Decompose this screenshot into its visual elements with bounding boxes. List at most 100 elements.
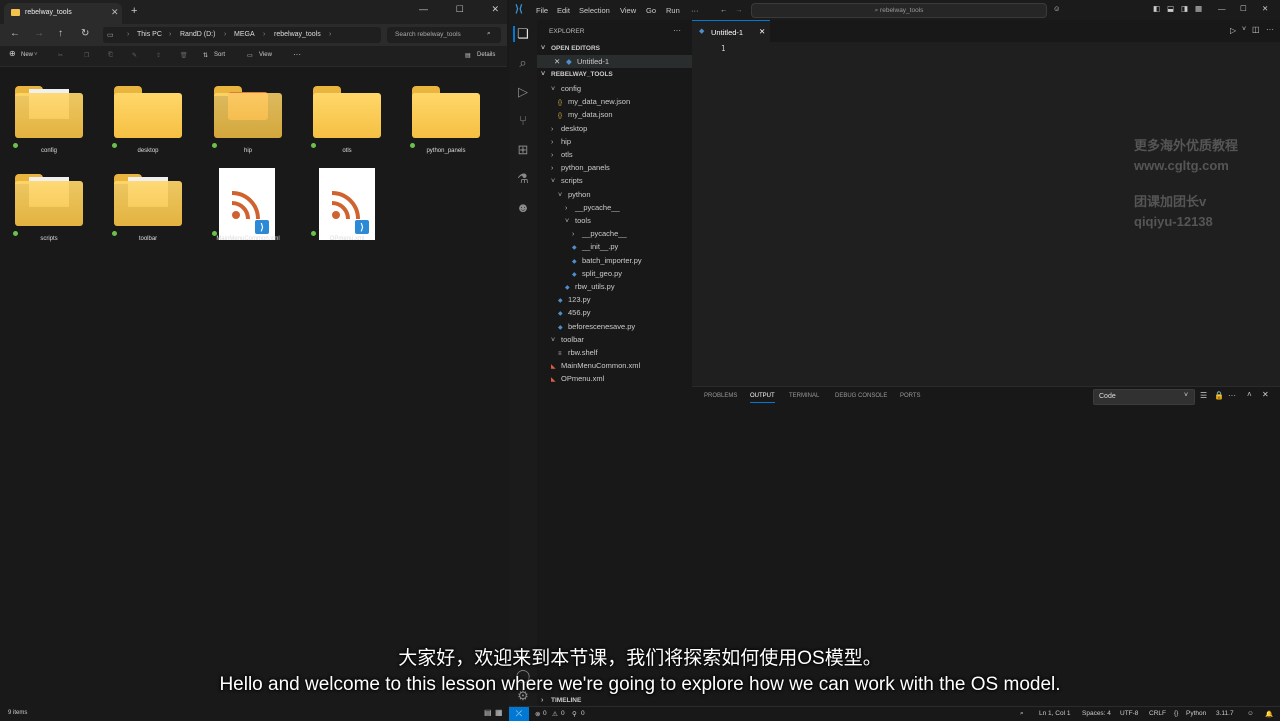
customize-layout-icon[interactable]: ▦ [1195, 4, 1202, 13]
new-tab-button[interactable]: + [131, 5, 137, 17]
tree-item[interactable]: ≡ rbw.shelf [558, 346, 598, 359]
folder-item-config[interactable]: config [4, 82, 94, 166]
cut-icon[interactable]: ✂ [58, 52, 63, 59]
tree-item[interactable]: {} my_data_new.json [558, 95, 630, 108]
tree-item[interactable]: › __pycache__ [572, 227, 627, 240]
minimize-button[interactable]: — [419, 4, 428, 15]
open-editor-item[interactable]: ✕ ◆ Untitled-1 [537, 55, 692, 68]
tree-item[interactable]: ˅ toolbar [551, 333, 584, 346]
rename-icon[interactable]: ✎ [132, 52, 137, 59]
breadcrumb[interactable]: ▭ › This PC › RandD (D:) › MEGA › rebelw… [103, 27, 381, 43]
python-version[interactable]: 3.11.7 [1216, 710, 1234, 717]
delete-icon[interactable]: 🗑 [180, 52, 188, 59]
command-center[interactable]: ⌕ rebelway_tools [751, 3, 1047, 18]
toggle-sidebar-icon[interactable]: ◧ [1153, 4, 1160, 13]
open-editors-header[interactable]: ˅ OPEN EDITORS [541, 42, 600, 55]
forward-button[interactable]: → [34, 28, 44, 39]
menu-file[interactable]: File [536, 6, 548, 15]
copilot-icon[interactable]: ☺ [1053, 4, 1061, 13]
warning-count[interactable]: 0 [561, 710, 565, 717]
filter-list-icon[interactable]: ☰ [1200, 391, 1207, 400]
menu-more[interactable]: ··· [691, 6, 699, 15]
folder-item-hip[interactable]: hip [203, 82, 293, 166]
tree-item[interactable]: ˅ python [558, 188, 591, 201]
explorer-tab[interactable]: rebelway_tools ✕ [4, 3, 122, 24]
tree-item[interactable]: ◆ 123.py [558, 293, 591, 306]
tab-terminal[interactable]: TERMINAL [789, 393, 819, 399]
up-button[interactable]: ↑ [58, 28, 63, 39]
minimize-button[interactable]: — [1218, 4, 1226, 13]
close-tab-icon[interactable]: ✕ [759, 27, 765, 36]
tree-item[interactable]: › hip [551, 135, 571, 148]
folder-item-otls[interactable]: otls [302, 82, 392, 166]
menu-selection[interactable]: Selection [579, 6, 610, 15]
tree-item[interactable]: › python_panels [551, 161, 610, 174]
menu-go[interactable]: Go [646, 6, 656, 15]
tab-ports[interactable]: PORTS [900, 393, 921, 399]
paste-icon[interactable]: ⎗ [108, 52, 113, 59]
tree-item[interactable]: ˅ config [551, 82, 581, 95]
breadcrumb-mega[interactable]: MEGA [234, 31, 255, 38]
folder-item-toolbar[interactable]: toolbar [103, 170, 193, 254]
folder-item-python-panels[interactable]: python_panels [401, 82, 491, 166]
nav-back-icon[interactable]: ← [720, 5, 728, 14]
close-window-button[interactable]: ✕ [491, 4, 499, 15]
source-control-icon[interactable]: ⑂ [515, 113, 531, 129]
cursor-position[interactable]: Ln 1, Col 1 [1039, 710, 1070, 717]
menu-run[interactable]: Run [666, 6, 680, 15]
close-window-button[interactable]: ✕ [1262, 4, 1268, 13]
details-view-icon[interactable]: ▤ [484, 708, 492, 717]
view-button[interactable]: View [259, 52, 272, 58]
remote-indicator-icon[interactable]: ⤫ [509, 707, 529, 721]
file-item-opmenu-xml[interactable]: ⟩ OPmenu.xml [302, 168, 392, 254]
extensions-icon[interactable]: ⊞ [515, 142, 531, 158]
run-python-icon[interactable]: ▷ [1230, 26, 1236, 35]
editor-tab-untitled[interactable]: ◆ Untitled-1 ✕ [692, 20, 770, 43]
tab-problems[interactable]: PROBLEMS [704, 393, 737, 399]
tree-item[interactable]: › desktop [551, 122, 587, 135]
indentation[interactable]: Spaces: 4 [1082, 710, 1111, 717]
copy-icon[interactable]: ❐ [84, 52, 89, 59]
testing-icon[interactable]: ⚗ [515, 171, 531, 187]
menu-view[interactable]: View [620, 6, 636, 15]
tree-item[interactable]: ◆ 456.py [558, 306, 591, 319]
maximize-button[interactable]: ☐ [1240, 4, 1247, 13]
output-channel-select[interactable]: Code ˅ [1093, 389, 1195, 405]
workspace-root-header[interactable]: ˅ REBELWAY_TOOLS [541, 68, 613, 81]
tree-item[interactable]: ˅ scripts [551, 174, 583, 187]
sort-button[interactable]: Sort [214, 52, 225, 58]
back-button[interactable]: ← [10, 28, 20, 39]
tree-item[interactable]: ◆ batch_importer.py [572, 254, 642, 267]
more-actions-icon[interactable]: ··· [1228, 391, 1236, 400]
search-input[interactable]: Search rebelway_tools ⌕ [387, 27, 501, 43]
zoom-icon[interactable]: ⌕ [1020, 710, 1024, 718]
toggle-secondary-sidebar-icon[interactable]: ◨ [1181, 4, 1188, 13]
ports-count[interactable]: 0 [581, 710, 585, 717]
tree-item[interactable]: ◆ beforescenesave.py [558, 320, 635, 333]
notifications-bell-icon[interactable]: 🔔 [1265, 710, 1273, 718]
breadcrumb-this-pc[interactable]: This PC [137, 31, 162, 38]
file-item-mainmenucommon-xml[interactable]: ⟩ MainMenuCommon.xml [203, 168, 293, 254]
encoding[interactable]: UTF-8 [1120, 710, 1138, 717]
breadcrumb-rebelway-tools[interactable]: rebelway_tools [274, 31, 321, 38]
tiles-view-icon[interactable]: ▦ [495, 708, 503, 717]
tree-item[interactable]: › otls [551, 148, 573, 161]
tree-item[interactable]: ◣ OPmenu.xml [551, 372, 604, 385]
tab-debug-console[interactable]: DEBUG CONSOLE [835, 393, 887, 399]
explorer-view-icon[interactable]: ❏ [513, 26, 531, 42]
tree-item[interactable]: ˅ tools [565, 214, 591, 227]
breadcrumb-drive[interactable]: RandD (D:) [180, 31, 215, 38]
tab-output[interactable]: OUTPUT [750, 393, 775, 403]
toggle-panel-icon[interactable]: ⬓ [1167, 4, 1174, 13]
new-button[interactable]: New [21, 52, 33, 58]
close-icon[interactable]: ✕ [554, 55, 560, 68]
language-mode[interactable]: Python [1186, 710, 1206, 717]
tree-item[interactable]: ◆ split_geo.py [572, 267, 622, 280]
error-count[interactable]: 0 [543, 710, 547, 717]
folder-item-scripts[interactable]: scripts [4, 170, 94, 254]
sidebar-more-button[interactable]: ··· [673, 26, 681, 35]
more-actions-icon[interactable]: ··· [1266, 25, 1274, 34]
more-button[interactable]: ··· [293, 50, 301, 59]
maximize-button[interactable]: ☐ [456, 4, 464, 15]
refresh-button[interactable]: ↻ [81, 28, 89, 39]
